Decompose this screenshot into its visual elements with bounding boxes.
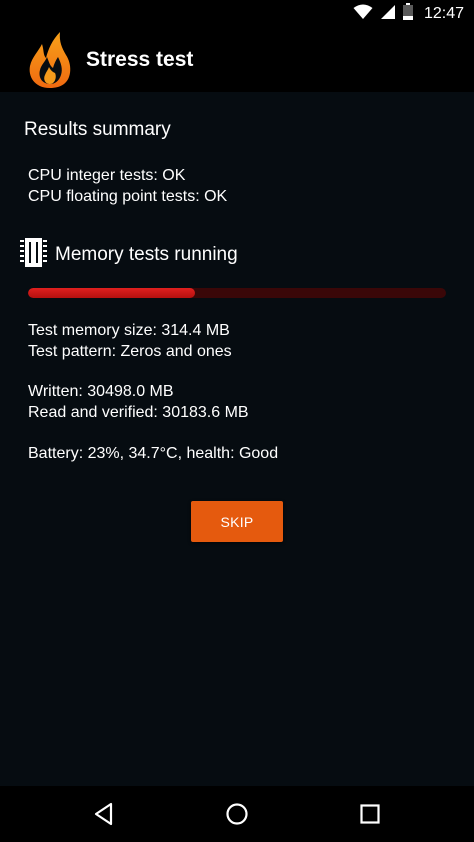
stress-test-screen: 12:47 Stress test Results summary CPU in… (0, 0, 474, 842)
test-memory-size: Test memory size: 314.4 MB (28, 322, 230, 339)
back-icon[interactable] (90, 800, 118, 828)
test-pattern: Test pattern: Zeros and ones (28, 343, 232, 360)
read-verified-amount: Read and verified: 30183.6 MB (28, 404, 249, 421)
home-icon[interactable] (223, 800, 251, 828)
flame-icon (26, 30, 74, 90)
status-icons: 12:47 (353, 3, 464, 25)
status-time: 12:47 (423, 5, 464, 22)
cell-signal-icon (380, 4, 396, 25)
memory-chip-icon (20, 237, 47, 268)
memory-progress-fill (28, 288, 196, 298)
memory-progress-bar (28, 288, 446, 298)
app-bar: Stress test (0, 28, 474, 92)
battery-status: Battery: 23%, 34.7°C, health: Good (28, 445, 279, 462)
skip-button[interactable]: SKIP (191, 501, 283, 542)
written-amount: Written: 30498.0 MB (28, 383, 174, 400)
results-summary-title: Results summary (24, 119, 171, 140)
wifi-icon (353, 4, 373, 25)
navigation-bar (0, 786, 474, 842)
cpu-integer-result: CPU integer tests: OK (28, 167, 186, 184)
cpu-float-result: CPU floating point tests: OK (28, 188, 228, 205)
status-bar: 12:47 (0, 0, 474, 28)
recents-icon[interactable] (356, 800, 384, 828)
app-title: Stress test (86, 48, 194, 71)
memory-tests-title: Memory tests running (55, 244, 238, 265)
battery-icon (402, 3, 413, 25)
